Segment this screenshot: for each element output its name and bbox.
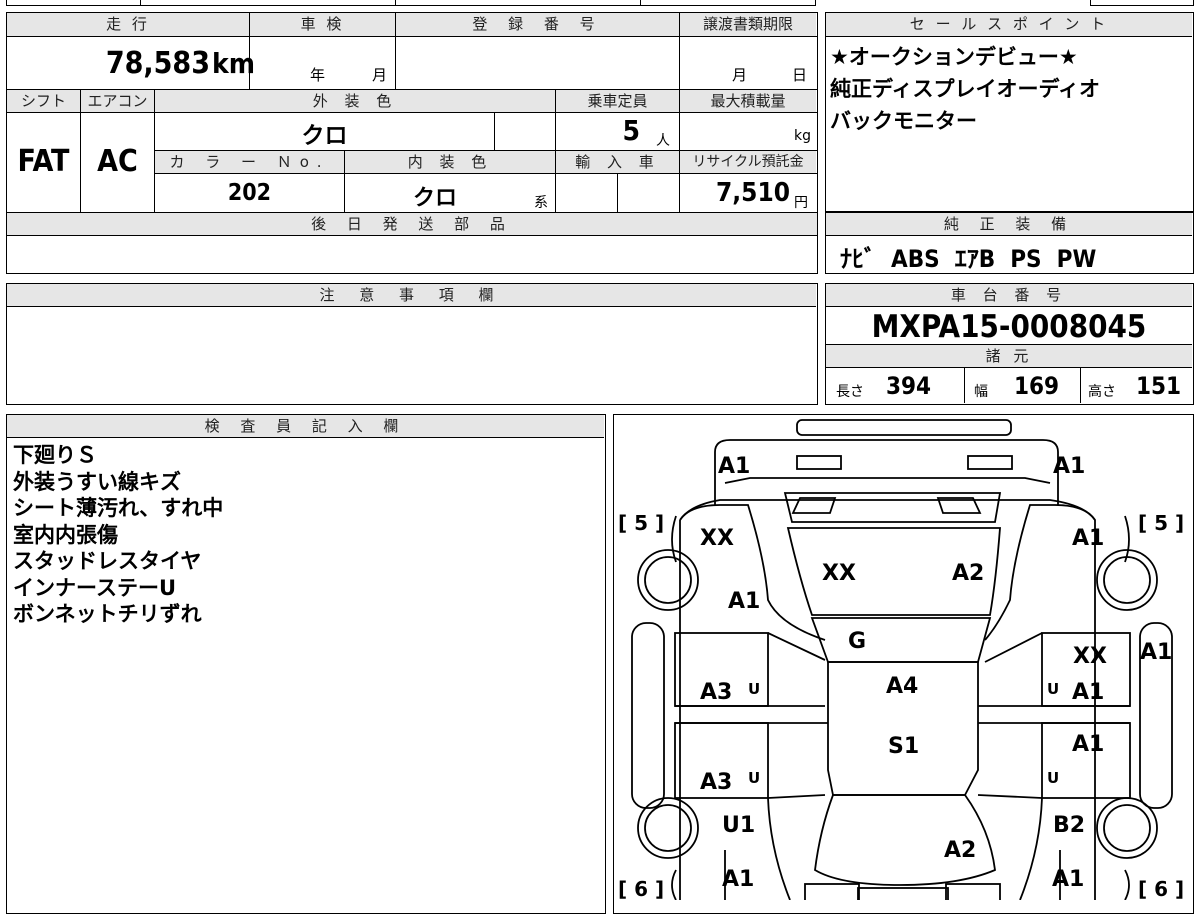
car-diagram: U U U U [ 5 ] [ 5 ] [ 6 ] [ 6 ] A1 A1 XX… [618,419,1184,900]
mark-front-left: A1 [718,454,750,479]
tire-depth-rear-right: [ 6 ] [1138,877,1184,900]
wheel-rear-left-shape [637,797,699,859]
wheel-rear-right-shape [1096,797,1158,859]
tire-depth-front-left: [ 5 ] [618,511,664,535]
mark-fl-fender: XX [700,526,734,551]
mark-r-front-door-top: XX [1073,644,1107,669]
headlight-right-shape [967,455,1013,470]
tire-depth-rear-left: [ 6 ] [618,877,664,900]
front-end-shape [714,439,1059,505]
mark-hood-right: A2 [952,561,984,586]
windshield-shape [810,617,992,663]
mark-r-pillar: A1 [1140,640,1172,665]
mark-rl-wheel: U1 [722,813,755,838]
headlight-left-shape [796,455,842,470]
small-mark-left-front: U [748,680,760,698]
mark-tailgate: A2 [944,838,976,863]
mark-rr-wheel: B2 [1053,813,1085,838]
mark-rear-right: A1 [1052,867,1084,892]
small-mark-left-rear: U [748,769,760,787]
small-mark-right-rear: U [1047,769,1059,787]
wheel-front-left-shape [637,549,699,611]
front-bumper-shape [796,419,1012,436]
mark-windshield: G [848,629,866,654]
mark-l-front-door: A3 [700,680,732,705]
mark-l-rear-door: A3 [700,770,732,795]
mark-roof: A4 [886,674,918,699]
mark-fr-fender: A1 [1072,526,1104,551]
mark-r-front-door: A1 [1072,680,1104,705]
mark-rear-left: A1 [722,867,754,892]
mark-r-rear-door: A1 [1072,732,1104,757]
mark-interior: S1 [888,734,919,759]
mark-fl-lower: A1 [728,589,760,614]
mark-front-right: A1 [1053,454,1085,479]
body-outline [679,499,1096,900]
mark-hood-left: XX [822,561,856,586]
small-mark-right-front: U [1047,680,1059,698]
tire-depth-front-right: [ 5 ] [1138,511,1184,535]
wheel-front-right-shape [1096,549,1158,611]
